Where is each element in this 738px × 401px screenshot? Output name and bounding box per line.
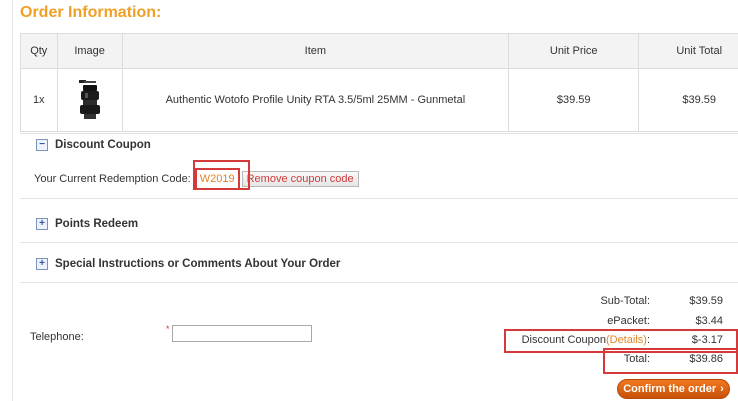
points-redeem-title: Points Redeem	[55, 218, 139, 230]
table-row: 1x Authentic Wotofo Profile Unity RTA 3.…	[20, 68, 738, 132]
header-image: Image	[56, 33, 123, 69]
coupon-code-highlight	[193, 160, 250, 190]
shipping-value: $3.44	[695, 315, 723, 327]
left-border	[12, 0, 13, 401]
divider	[20, 133, 738, 134]
points-redeem-toggle[interactable]: + Points Redeem	[36, 218, 138, 230]
expand-icon: +	[36, 218, 48, 230]
telephone-input[interactable]	[172, 325, 312, 342]
shipping-label: ePacket:	[607, 315, 650, 327]
redemption-code-label: Your Current Redemption Code:	[34, 173, 191, 185]
required-marker: *	[166, 324, 170, 334]
cell-unit-price: $39.59	[508, 68, 640, 132]
subtotal-label: Sub-Total:	[600, 295, 650, 307]
telephone-label: Telephone:	[30, 331, 84, 343]
divider	[20, 242, 738, 243]
cell-unit-total: $39.59	[638, 68, 738, 132]
header-unit-total: Unit Total	[638, 33, 738, 69]
order-table: Qty Image Item Unit Price Unit Total 1x	[20, 33, 738, 132]
arrow-right-icon: ›	[720, 383, 724, 395]
confirm-order-label: Confirm the order	[623, 383, 717, 395]
subtotal-value: $39.59	[689, 295, 723, 307]
discount-coupon-toggle[interactable]: − Discount Coupon	[36, 139, 151, 151]
table-header-row: Qty Image Item Unit Price Unit Total	[20, 33, 738, 69]
confirm-order-button[interactable]: Confirm the order ›	[617, 379, 730, 399]
product-thumbnail[interactable]	[73, 77, 107, 123]
header-unit-price: Unit Price	[508, 33, 640, 69]
divider	[20, 198, 738, 199]
cell-item-name: Authentic Wotofo Profile Unity RTA 3.5/5…	[121, 68, 510, 132]
divider	[20, 282, 738, 283]
cell-image	[56, 68, 123, 132]
header-qty: Qty	[20, 33, 58, 69]
collapse-icon: −	[36, 139, 48, 151]
header-item: Item	[121, 33, 510, 69]
discount-coupon-title: Discount Coupon	[55, 139, 151, 151]
special-instructions-toggle[interactable]: + Special Instructions or Comments About…	[36, 258, 340, 270]
remove-coupon-button[interactable]: Remove coupon code	[241, 171, 359, 187]
page-title: Order Information:	[20, 4, 162, 21]
special-instructions-title: Special Instructions or Comments About Y…	[55, 258, 341, 270]
total-highlight	[603, 348, 738, 374]
cell-qty: 1x	[20, 68, 58, 132]
expand-icon: +	[36, 258, 48, 270]
